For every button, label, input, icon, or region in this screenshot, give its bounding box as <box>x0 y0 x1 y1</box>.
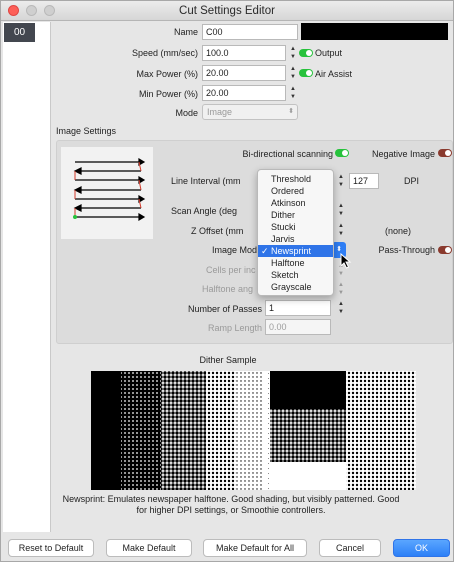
layer-item-00[interactable]: 00 <box>4 23 35 42</box>
z-offset-value: (none) <box>385 226 412 236</box>
checkmark-icon: ✓ <box>261 246 269 256</box>
layer-color-swatch[interactable] <box>301 23 448 40</box>
mouse-cursor-icon <box>340 253 352 269</box>
negative-image-toggle[interactable] <box>438 149 452 157</box>
passes-label: Number of Passes <box>187 304 262 314</box>
dpi-label: DPI <box>404 176 420 186</box>
output-label: Output <box>315 48 343 58</box>
menu-item-newsprint[interactable]: ✓ Newsprint <box>258 245 333 257</box>
make-default-for-all-button[interactable]: Make Default for All <box>203 539 307 557</box>
halftone-angle-stepper[interactable]: ▲ ▼ <box>337 281 345 297</box>
z-offset-label: Z Offset (mm <box>191 226 244 236</box>
ramp-length-label: Ramp Length <box>207 323 262 333</box>
max-power-field[interactable]: 20.00 <box>202 65 286 81</box>
ok-button[interactable]: OK <box>393 539 450 557</box>
output-toggle[interactable] <box>299 49 313 57</box>
scan-direction-preview <box>61 147 153 239</box>
layer-list: 00 <box>3 22 51 532</box>
mode-select[interactable]: Image ⬍ <box>202 104 298 120</box>
image-mode-menu: Threshold Ordered Atkinson Dither Stucki… <box>257 169 334 296</box>
speed-field[interactable]: 100.0 <box>202 45 286 61</box>
settings-window: Cut Settings Editor 00 Name C00 Speed (m… <box>0 0 454 562</box>
max-power-label: Max Power (%) <box>136 69 198 79</box>
menu-item-grayscale[interactable]: Grayscale <box>258 281 333 293</box>
min-power-label: Min Power (%) <box>138 89 198 99</box>
scan-angle-label: Scan Angle (deg <box>171 206 238 216</box>
speed-label: Speed (mm/sec) <box>131 48 198 58</box>
halftone-angle-label: Halftone ang <box>202 284 254 294</box>
menu-item-halftone[interactable]: Halftone <box>258 257 333 269</box>
image-mode-label: Image Mod <box>212 245 258 255</box>
dpi-field[interactable]: 127 <box>349 173 379 189</box>
menu-item-sketch[interactable]: Sketch <box>258 269 333 281</box>
menu-item-jarvis[interactable]: Jarvis <box>258 233 333 245</box>
window-title: Cut Settings Editor <box>179 5 275 17</box>
bidirectional-toggle[interactable] <box>335 149 349 157</box>
image-settings-heading: Image Settings <box>56 126 117 136</box>
cells-per-inch-label: Cells per inc <box>206 265 256 275</box>
menu-item-dither[interactable]: Dither <box>258 209 333 221</box>
pass-through-label: Pass-Through <box>378 245 435 255</box>
dither-sample-title: Dither Sample <box>199 355 257 365</box>
passes-field[interactable]: 1 <box>265 300 331 316</box>
scan-angle-stepper[interactable]: ▲ ▼ <box>337 202 345 218</box>
chevron-updown-icon: ⬍ <box>288 108 294 115</box>
negative-image-label: Negative Image <box>371 149 435 159</box>
make-default-button[interactable]: Make Default <box>106 539 192 557</box>
max-power-stepper[interactable]: ▲ ▼ <box>289 65 297 81</box>
dither-sample-image <box>91 371 416 490</box>
menu-item-atkinson[interactable]: Atkinson <box>258 197 333 209</box>
title-bar: Cut Settings Editor <box>1 1 453 21</box>
line-interval-label: Line Interval (mm <box>171 176 241 186</box>
name-label: Name <box>173 27 198 37</box>
pass-through-toggle[interactable] <box>438 246 452 254</box>
name-field[interactable]: C00 <box>202 24 298 40</box>
ramp-length-field[interactable]: 0.00 <box>265 319 331 335</box>
min-power-field[interactable]: 20.00 <box>202 85 286 101</box>
air-assist-toggle[interactable] <box>299 69 313 77</box>
reset-to-default-button[interactable]: Reset to Default <box>8 539 94 557</box>
speed-stepper[interactable]: ▲ ▼ <box>289 45 297 61</box>
menu-item-stucki[interactable]: Stucki <box>258 221 333 233</box>
cancel-button[interactable]: Cancel <box>319 539 381 557</box>
menu-item-threshold[interactable]: Threshold <box>258 173 333 185</box>
line-interval-stepper[interactable]: ▲ ▼ <box>337 173 345 189</box>
bidirectional-label: Bi-directional scanning <box>242 149 333 159</box>
air-assist-label: Air Assist <box>315 69 353 79</box>
min-power-stepper[interactable]: ▲ ▼ <box>289 85 297 101</box>
passes-stepper[interactable]: ▲ ▼ <box>337 300 345 316</box>
menu-item-ordered[interactable]: Ordered <box>258 185 333 197</box>
mode-select-value: Image <box>207 107 233 117</box>
mode-label: Mode <box>175 108 198 118</box>
z-offset-stepper[interactable]: ▲ ▼ <box>337 222 345 238</box>
dither-description: Newsprint: Emulates newspaper halftone. … <box>62 494 400 515</box>
menu-item-newsprint-label: Newsprint <box>271 246 312 256</box>
